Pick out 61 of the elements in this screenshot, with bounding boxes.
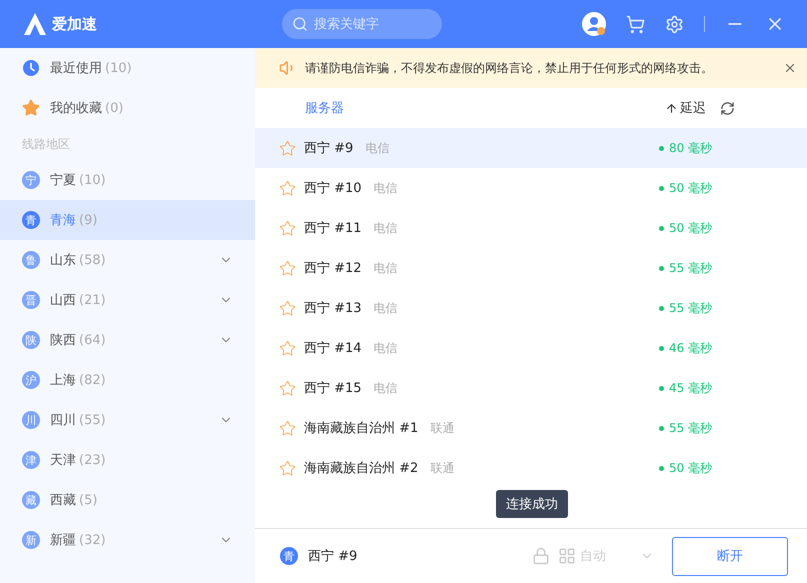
server-row[interactable]: 西宁 #9 电信 80 毫秒 — [255, 128, 807, 168]
star-icon[interactable] — [279, 340, 296, 356]
region-item[interactable]: 宁 宁夏 (10) — [0, 160, 255, 200]
server-row[interactable]: 西宁 #12 电信 55 毫秒 — [255, 248, 807, 288]
star-icon[interactable] — [279, 380, 296, 396]
refresh-icon[interactable] — [720, 100, 735, 116]
region-badge: 青 — [280, 547, 298, 565]
region-badge: 藏 — [22, 491, 40, 509]
region-item[interactable]: 津 天津 (23) — [0, 440, 255, 480]
star-icon[interactable] — [279, 460, 296, 476]
server-row[interactable]: 西宁 #14 电信 46 毫秒 — [255, 328, 807, 368]
cart-icon[interactable] — [626, 14, 645, 34]
region-badge: 晋 — [22, 291, 40, 309]
region-badge: 沪 — [22, 371, 40, 389]
region-item[interactable]: 鲁 山东 (58) — [0, 240, 255, 280]
server-row[interactable]: 西宁 #11 电信 50 毫秒 — [255, 208, 807, 248]
server-row[interactable]: 海南藏族自治州 #1 联通 55 毫秒 — [255, 408, 807, 448]
region-item[interactable]: 新 新疆 (32) — [0, 520, 255, 560]
sidebar-item[interactable]: 我的收藏 (0) — [0, 88, 255, 128]
app-title: 爱加速 — [52, 14, 97, 34]
region-item[interactable]: 青 青海 (9) — [0, 200, 255, 240]
region-badge: 新 — [22, 531, 40, 549]
section-label: 线路地区 — [22, 136, 70, 152]
region-badge: 津 — [22, 451, 40, 469]
column-header: 服务器 — [305, 100, 344, 117]
star-icon[interactable] — [279, 140, 296, 156]
lock-icon[interactable] — [532, 547, 550, 565]
server-row[interactable]: 西宁 #10 电信 50 毫秒 — [255, 168, 807, 208]
star-icon[interactable] — [279, 180, 296, 196]
server-row[interactable]: 西宁 #13 电信 55 毫秒 — [255, 288, 807, 328]
star-icon — [22, 99, 40, 117]
region-item[interactable]: 陕 陕西 (64) — [0, 320, 255, 360]
star-icon[interactable] — [279, 420, 296, 436]
toast: 连接成功 — [496, 490, 568, 518]
region-badge: 陕 — [22, 331, 40, 349]
star-icon[interactable] — [279, 220, 296, 236]
arrow-up-icon — [665, 102, 678, 114]
star-icon[interactable] — [279, 260, 296, 276]
region-item[interactable]: 晋 山西 (21) — [0, 280, 255, 320]
region-badge: 青 — [22, 211, 40, 229]
region-badge: 川 — [22, 411, 40, 429]
logo-icon — [22, 12, 48, 36]
sort-button[interactable]: 延迟 — [665, 99, 706, 117]
region-item[interactable]: 沪 上海 (82) — [0, 360, 255, 400]
region-item[interactable]: 藏 西藏 (5) — [0, 480, 255, 520]
sidebar-item[interactable]: 最近使用 (10) — [0, 48, 255, 88]
search-icon — [292, 16, 308, 32]
close-icon[interactable] — [783, 61, 797, 75]
disconnect-button[interactable]: 断开 — [672, 536, 788, 576]
region-badge: 鲁 — [22, 251, 40, 269]
star-icon[interactable] — [279, 300, 296, 316]
server-row[interactable]: 西宁 #15 电信 45 毫秒 — [255, 368, 807, 408]
server-name: 西宁 #9 — [308, 548, 358, 565]
server-row[interactable]: 海南藏族自治州 #2 联通 50 毫秒 — [255, 448, 807, 488]
region-badge: 宁 — [22, 171, 40, 189]
grid-icon — [558, 547, 576, 565]
settings-icon[interactable] — [665, 14, 684, 34]
clock-icon — [22, 59, 40, 77]
region-item[interactable]: 川 四川 (55) — [0, 400, 255, 440]
notice-text: 请谨防电信诈骗，不得发布虚假的网络言论，禁止用于任何形式的网络攻击。 — [305, 60, 713, 76]
avatar-icon[interactable] — [582, 12, 606, 36]
